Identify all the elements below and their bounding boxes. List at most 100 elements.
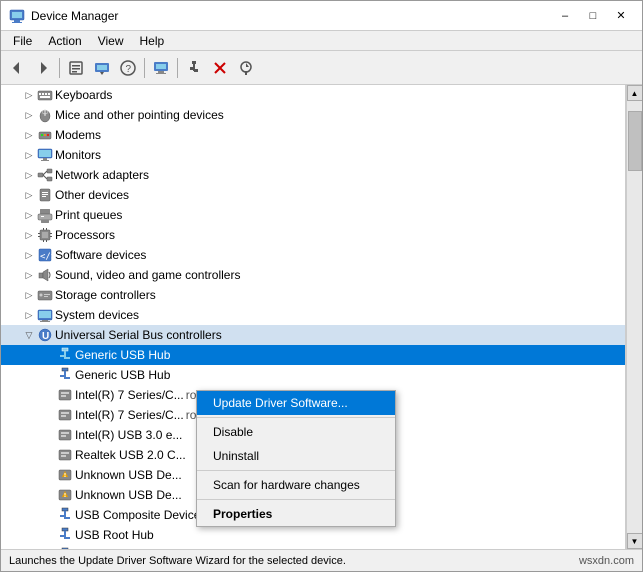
context-scan[interactable]: Scan for hardware changes: [197, 473, 395, 497]
context-update-driver[interactable]: Update Driver Software...: [197, 391, 395, 415]
storage-icon: [37, 287, 53, 303]
tree-item-root-hub-2[interactable]: USB Root Hub: [1, 545, 625, 549]
tree-label-root-hub-2: USB Root Hub: [75, 548, 154, 549]
expand-intel-1: [41, 387, 57, 403]
context-menu: Update Driver Software... Disable Uninst…: [196, 390, 396, 527]
root-hub-icon-1: [57, 527, 73, 543]
toolbar-scan[interactable]: [234, 56, 258, 80]
scrollbar[interactable]: ▲ ▼: [626, 85, 642, 549]
toolbar-computer[interactable]: [149, 56, 173, 80]
expand-processors[interactable]: ▷: [21, 227, 37, 243]
expand-usb[interactable]: ▽: [21, 327, 37, 343]
tree-label-processors: Processors: [55, 228, 115, 242]
toolbar-usb[interactable]: [182, 56, 206, 80]
expand-keyboards[interactable]: ▷: [21, 87, 37, 103]
toolbar-update-driver[interactable]: [90, 56, 114, 80]
expand-system[interactable]: ▷: [21, 307, 37, 323]
tree-item-generic-usb-1[interactable]: Generic USB Hub: [1, 345, 625, 365]
expand-sound[interactable]: ▷: [21, 267, 37, 283]
toolbar-help[interactable]: ?: [116, 56, 140, 80]
tree-label-storage: Storage controllers: [55, 288, 156, 302]
tree-item-usb-controllers[interactable]: ▽ U Universal Serial Bus controllers: [1, 325, 625, 345]
window-controls: – □ ✕: [552, 6, 634, 26]
expand-print[interactable]: ▷: [21, 207, 37, 223]
svg-text:U: U: [42, 331, 49, 342]
expand-unknown-1: [41, 467, 57, 483]
svg-text:</>: </>: [40, 252, 53, 262]
tree-item-sound[interactable]: ▷ Sound, video and game controllers: [1, 265, 625, 285]
expand-storage[interactable]: ▷: [21, 287, 37, 303]
tree-label-intel-1: Intel(R) 7 Series/C...: [75, 388, 184, 402]
tree-item-root-hub-1[interactable]: USB Root Hub: [1, 525, 625, 545]
tree-label-intel-usb3: Intel(R) USB 3.0 e...: [75, 428, 182, 442]
toolbar-forward[interactable]: [31, 56, 55, 80]
printer-icon: [37, 207, 53, 223]
usb-controller-icon: U: [37, 327, 53, 343]
scroll-track[interactable]: [627, 101, 643, 533]
system-icon: [37, 307, 53, 323]
scroll-up[interactable]: ▲: [627, 85, 643, 101]
realtek-icon: [57, 447, 73, 463]
expand-monitors[interactable]: ▷: [21, 147, 37, 163]
tree-label-generic-usb-2: Generic USB Hub: [75, 368, 170, 382]
tree-label-software: Software devices: [55, 248, 146, 262]
tree-label-composite: USB Composite Device: [75, 508, 200, 522]
network-icon: [37, 167, 53, 183]
scroll-down[interactable]: ▼: [627, 533, 643, 549]
tree-item-storage[interactable]: ▷ Storage controllers: [1, 285, 625, 305]
toolbar-back[interactable]: [5, 56, 29, 80]
tree-pane[interactable]: ▷ Keyboards ▷ Mice and other pointing de…: [1, 85, 626, 549]
tree-item-keyboards[interactable]: ▷ Keyboards: [1, 85, 625, 105]
menu-help[interactable]: Help: [132, 32, 173, 50]
root-hub-icon-2: [57, 547, 73, 549]
context-sep-2: [197, 470, 395, 471]
scroll-thumb[interactable]: [628, 111, 642, 171]
expand-intel-usb3: [41, 427, 57, 443]
toolbar-sep-2: [144, 58, 145, 78]
tree-item-generic-usb-2[interactable]: Generic USB Hub: [1, 365, 625, 385]
tree-item-processors[interactable]: ▷ Processors: [1, 225, 625, 245]
expand-intel-2: [41, 407, 57, 423]
tree-label-realtek: Realtek USB 2.0 C...: [75, 448, 186, 462]
tree-item-software[interactable]: ▷ </> Software devices: [1, 245, 625, 265]
title-bar-left: Device Manager: [9, 8, 118, 24]
tree-item-other[interactable]: ▷ Other devices: [1, 185, 625, 205]
close-button[interactable]: ✕: [608, 6, 634, 26]
intel-usb-icon-2: [57, 407, 73, 423]
tree-label-usb: Universal Serial Bus controllers: [55, 328, 222, 342]
toolbar-sep-1: [59, 58, 60, 78]
window-icon: [9, 8, 25, 24]
expand-software[interactable]: ▷: [21, 247, 37, 263]
menu-view[interactable]: View: [90, 32, 132, 50]
menu-action[interactable]: Action: [40, 32, 89, 50]
toolbar-remove[interactable]: [208, 56, 232, 80]
tree-item-monitors[interactable]: ▷ Monitors: [1, 145, 625, 165]
tree-label-sound: Sound, video and game controllers: [55, 268, 240, 282]
tree-item-print[interactable]: ▷ Print queues: [1, 205, 625, 225]
tree-item-network[interactable]: ▷ Network adapters: [1, 165, 625, 185]
warning-usb-icon-2: [57, 487, 73, 503]
context-properties[interactable]: Properties: [197, 502, 395, 526]
toolbar-properties[interactable]: [64, 56, 88, 80]
expand-mice[interactable]: ▷: [21, 107, 37, 123]
minimize-button[interactable]: –: [552, 6, 578, 26]
tree-label-unknown-2: Unknown USB De...: [75, 488, 182, 502]
svg-text:?: ?: [126, 64, 132, 75]
status-brand: wsxdn.com: [579, 555, 634, 567]
expand-modems[interactable]: ▷: [21, 127, 37, 143]
content-area: ▷ Keyboards ▷ Mice and other pointing de…: [1, 85, 642, 549]
context-uninstall[interactable]: Uninstall: [197, 444, 395, 468]
tree-item-mice[interactable]: ▷ Mice and other pointing devices: [1, 105, 625, 125]
expand-network[interactable]: ▷: [21, 167, 37, 183]
status-bar: Launches the Update Driver Software Wiza…: [1, 549, 642, 571]
processor-icon: [37, 227, 53, 243]
tree-item-modems[interactable]: ▷ Modems: [1, 125, 625, 145]
tree-item-system[interactable]: ▷ System devices: [1, 305, 625, 325]
title-bar: Device Manager – □ ✕: [1, 1, 642, 31]
device-manager-window: Device Manager – □ ✕ File Action View He…: [0, 0, 643, 572]
expand-other[interactable]: ▷: [21, 187, 37, 203]
maximize-button[interactable]: □: [580, 6, 606, 26]
menu-file[interactable]: File: [5, 32, 40, 50]
context-disable[interactable]: Disable: [197, 420, 395, 444]
tree-label-intel-2: Intel(R) 7 Series/C...: [75, 408, 184, 422]
